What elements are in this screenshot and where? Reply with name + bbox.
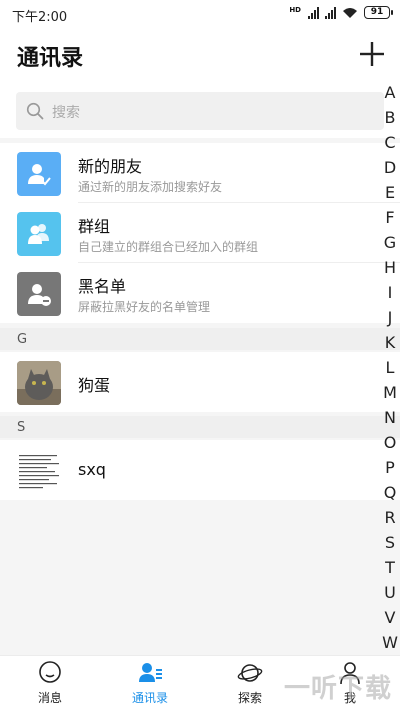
chat-bubble-icon (39, 661, 61, 683)
alpha-letter-s[interactable]: S (380, 530, 400, 555)
contact-row[interactable]: 狗蛋 (0, 352, 400, 412)
contact-avatar (17, 361, 61, 405)
feature-subtitle: 自己建立的群组合已经加入的群组 (78, 240, 259, 254)
group-letter: G (17, 332, 28, 347)
alpha-letter-a[interactable]: A (380, 80, 400, 105)
nav-label: 消息 (37, 691, 62, 705)
status-bar: 下午2:00 HD 91 (0, 0, 400, 28)
page-title: 通讯录 (17, 46, 84, 71)
alpha-letter-r[interactable]: R (380, 505, 400, 530)
group-letter: S (17, 420, 26, 435)
signal-icon (308, 6, 319, 19)
feature-list: 新的朋友 通过新的朋友添加搜索好友 群组 自己建立的群组合已经加入的群组 黑名单 (0, 143, 400, 323)
group-header-g: G (0, 328, 400, 350)
nav-contacts[interactable]: 通讯录 (100, 656, 200, 711)
status-time: 下午2:00 (12, 10, 68, 25)
feature-blacklist[interactable]: 黑名单 屏蔽拉黑好友的名单管理 (0, 263, 400, 323)
nav-messages[interactable]: 消息 (0, 656, 100, 711)
alpha-letter-p[interactable]: P (380, 455, 400, 480)
alpha-letter-g[interactable]: G (380, 230, 400, 255)
alpha-letter-n[interactable]: N (380, 405, 400, 430)
planet-icon (237, 664, 263, 682)
alpha-letter-h[interactable]: H (380, 255, 400, 280)
alpha-letter-m[interactable]: M (380, 380, 400, 405)
plus-icon[interactable] (358, 40, 386, 68)
contact-row[interactable]: sxq (0, 440, 400, 500)
search-placeholder: 搜索 (52, 105, 80, 121)
alphabet-index: A B C D E F G H I J K L M N O P Q R S T … (380, 80, 400, 655)
alpha-letter-v[interactable]: V (380, 605, 400, 630)
contact-avatar (17, 449, 61, 493)
search-area: 搜索 (0, 84, 400, 138)
alpha-letter-o[interactable]: O (380, 430, 400, 455)
header: 通讯录 (0, 28, 400, 84)
wifi-icon (343, 7, 357, 18)
feature-subtitle: 通过新的朋友添加搜索好友 (78, 180, 223, 194)
battery-indicator: 91 (364, 6, 393, 19)
feature-title: 黑名单 (78, 277, 127, 296)
new-friend-icon (17, 152, 61, 196)
watermark: 一听下载 (283, 674, 392, 704)
nav-label: 通讯录 (131, 691, 168, 705)
alpha-letter-w[interactable]: W (380, 630, 400, 655)
contact-list-s: sxq (0, 440, 400, 500)
feature-subtitle: 屏蔽拉黑好友的名单管理 (78, 300, 211, 314)
network-label: HD (289, 6, 301, 14)
search-icon (26, 102, 44, 120)
feature-title: 群组 (78, 217, 111, 236)
alpha-letter-d[interactable]: D (380, 155, 400, 180)
contact-list-g: 狗蛋 (0, 352, 400, 412)
alpha-letter-k[interactable]: K (380, 330, 400, 355)
feature-new-friends[interactable]: 新的朋友 通过新的朋友添加搜索好友 (0, 143, 400, 203)
alpha-letter-j[interactable]: J (380, 305, 400, 330)
feature-title: 新的朋友 (78, 157, 143, 176)
blacklist-icon (17, 272, 61, 316)
alpha-letter-i[interactable]: I (380, 280, 400, 305)
alpha-letter-f[interactable]: F (380, 205, 400, 230)
status-icons: HD 91 (289, 6, 393, 19)
alpha-letter-b[interactable]: B (380, 105, 400, 130)
alpha-letter-c[interactable]: C (380, 130, 400, 155)
alpha-letter-t[interactable]: T (380, 555, 400, 580)
group-icon (17, 212, 61, 256)
alpha-letter-l[interactable]: L (380, 355, 400, 380)
alpha-letter-q[interactable]: Q (380, 480, 400, 505)
document-thumbnail-icon (17, 449, 61, 493)
alpha-letter-e[interactable]: E (380, 180, 400, 205)
signal-icon-2 (325, 6, 336, 19)
cat-photo-icon (17, 361, 61, 405)
contacts-icon (139, 663, 162, 682)
contact-name: 狗蛋 (78, 376, 111, 395)
group-header-s: S (0, 416, 400, 438)
search-input[interactable]: 搜索 (16, 92, 384, 130)
contact-name: sxq (78, 460, 106, 479)
alpha-letter-u[interactable]: U (380, 580, 400, 605)
feature-groups[interactable]: 群组 自己建立的群组合已经加入的群组 (0, 203, 400, 263)
